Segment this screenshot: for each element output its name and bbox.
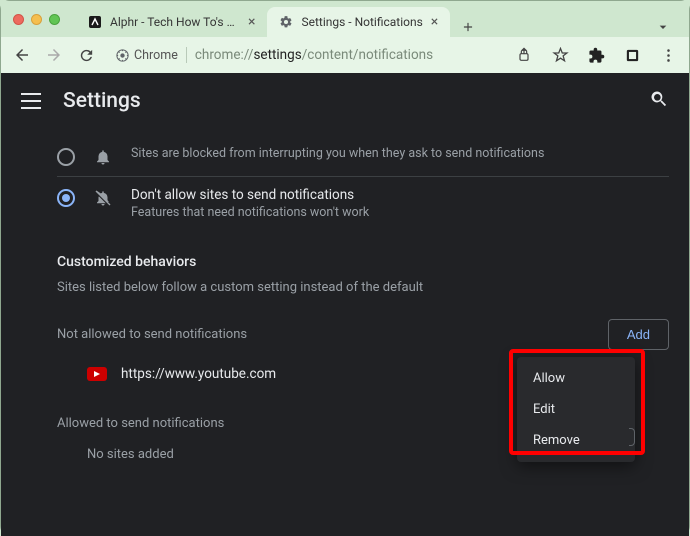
customized-behaviors-section: Customized behaviors Sites listed below … (57, 230, 689, 295)
site-context-menu: Allow Edit Remove (517, 357, 635, 462)
not-allowed-header: Not allowed to send notifications Add (57, 295, 689, 350)
section-title: Customized behaviors (57, 254, 669, 270)
radio-icon (57, 189, 75, 207)
browser-menu-button[interactable] (657, 44, 679, 66)
page-title: Settings (63, 89, 141, 113)
close-icon[interactable]: × (431, 14, 438, 30)
site-label: Chrome (134, 48, 178, 63)
tabs-overflow-button[interactable] (653, 17, 673, 37)
window-close-button[interactable] (13, 14, 24, 25)
account-button[interactable] (621, 44, 643, 66)
youtube-icon (87, 367, 107, 381)
radio-block-notifications[interactable]: Don't allow sites to send notifications … (57, 176, 669, 230)
menu-button[interactable] (21, 93, 41, 109)
tab-settings[interactable]: Settings - Notifications × (267, 7, 450, 37)
extensions-button[interactable] (585, 44, 607, 66)
option-subtitle: Sites are blocked from interrupting you … (131, 146, 544, 161)
tab-title: Alphr - Tech How To's & Guide (110, 15, 240, 29)
omnibox-divider (186, 47, 187, 63)
close-icon[interactable]: × (248, 14, 255, 30)
window-minimize-button[interactable] (31, 14, 42, 25)
search-button[interactable] (649, 89, 669, 113)
site-info-button[interactable]: Chrome (115, 48, 178, 63)
back-button[interactable] (11, 44, 33, 66)
tab-strip: Alphr - Tech How To's & Guide × Settings… (76, 1, 677, 37)
forward-button[interactable] (43, 44, 65, 66)
traffic-lights (13, 14, 60, 25)
settings-appbar: Settings (1, 73, 689, 129)
site-url: https://www.youtube.com (121, 366, 276, 382)
bell-icon (93, 148, 113, 166)
settings-content: Settings Sites are blocked from interrup… (1, 73, 689, 536)
menu-item-allow[interactable]: Allow (517, 363, 635, 394)
menu-item-edit[interactable]: Edit (517, 394, 635, 425)
option-subtitle: Features that need notifications won't w… (131, 205, 369, 220)
new-tab-button[interactable] (458, 17, 478, 37)
bell-off-icon (93, 189, 113, 207)
radio-icon (57, 148, 75, 166)
bookmark-button[interactable] (549, 44, 571, 66)
address-bar[interactable]: Chrome chrome://settings/content/notific… (107, 41, 503, 69)
share-button[interactable] (513, 44, 535, 66)
window-maximize-button[interactable] (49, 14, 60, 25)
reload-button[interactable] (75, 44, 97, 66)
alphr-favicon-icon (88, 15, 102, 29)
radio-quieter-messaging[interactable]: Sites are blocked from interrupting you … (57, 135, 669, 176)
tab-title: Settings - Notifications (301, 15, 422, 29)
menu-item-remove[interactable]: Remove (517, 425, 635, 456)
section-subtitle: Sites listed below follow a custom setti… (57, 280, 669, 295)
tab-alphr[interactable]: Alphr - Tech How To's & Guide × (76, 7, 267, 37)
list-title: Allowed to send notifications (57, 416, 224, 431)
browser-toolbar: Chrome chrome://settings/content/notific… (1, 37, 689, 73)
window-titlebar: Alphr - Tech How To's & Guide × Settings… (1, 1, 689, 37)
list-title: Not allowed to send notifications (57, 327, 247, 342)
gear-icon (279, 15, 293, 29)
allowed-add-edge (629, 428, 635, 446)
add-button[interactable]: Add (608, 319, 669, 350)
option-title: Don't allow sites to send notifications (131, 187, 369, 203)
url-text: chrome://settings/content/notifications (195, 47, 433, 63)
